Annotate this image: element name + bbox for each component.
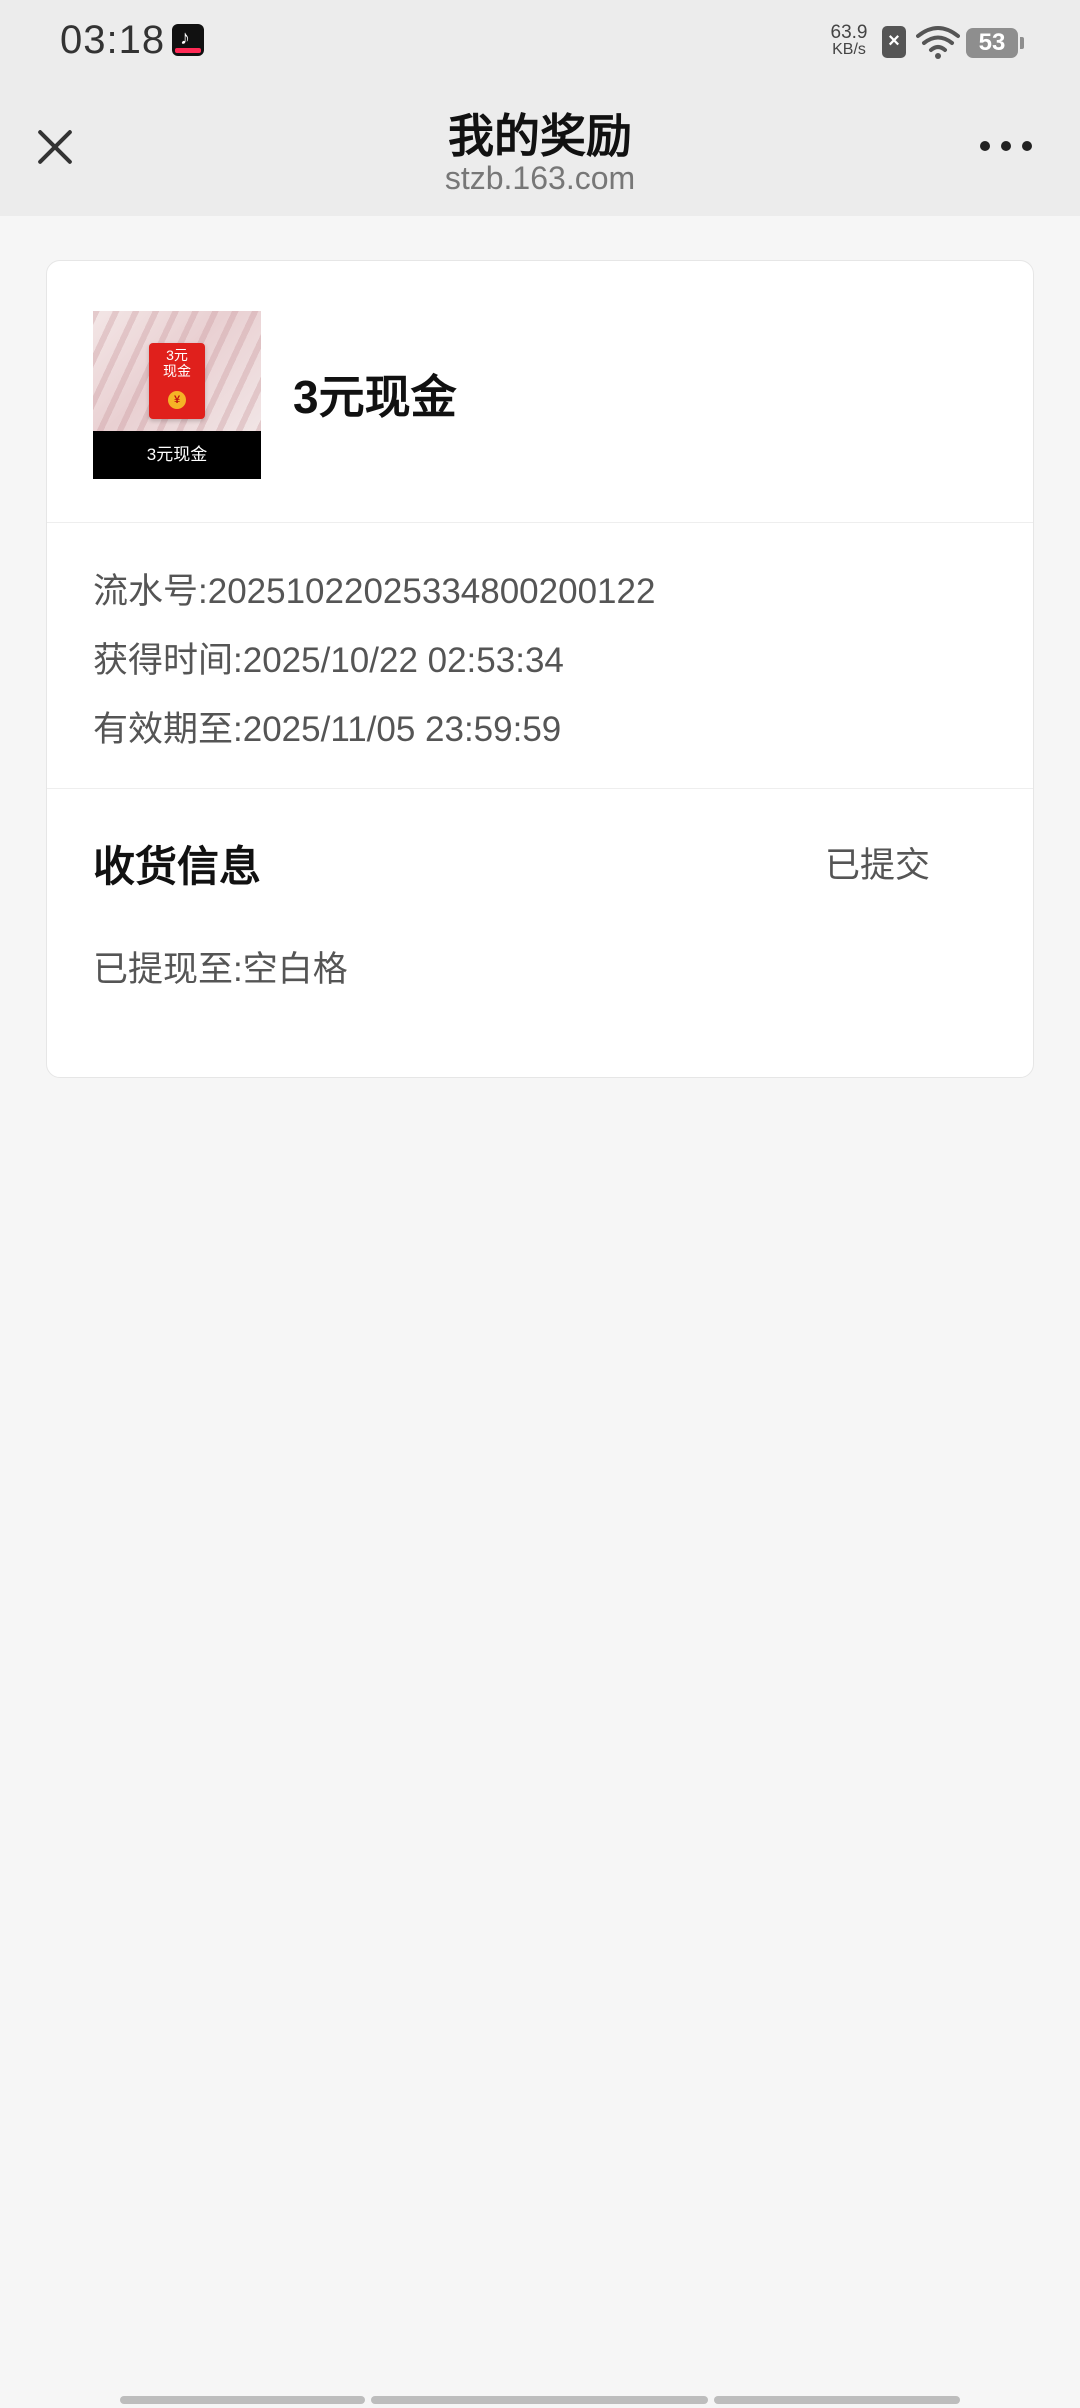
reward-title: 3元现金 <box>293 371 457 423</box>
network-speed-value: 63.9 <box>830 22 868 43</box>
yuan-coin-icon: ¥ <box>168 391 186 409</box>
obtained-value: 2025/10/22 02:53:34 <box>242 641 564 680</box>
gesture-bar-segment <box>714 2396 960 2404</box>
withdraw-label: 已提现至: <box>93 950 243 989</box>
obtained-time-row: 获得时间:2025/10/22 02:53:34 <box>93 632 564 683</box>
divider <box>47 788 1033 789</box>
divider <box>47 522 1033 523</box>
delivery-section-title: 收货信息 <box>93 843 262 890</box>
no-sim-icon: × <box>882 26 906 58</box>
serial-value: 20251022025334800200122 <box>207 572 656 611</box>
red-envelope-icon: 3元 现金 ¥ <box>149 343 205 419</box>
gesture-bar-segment <box>120 2396 365 2404</box>
reward-thumbnail: 3元 现金 ¥ 3元现金 <box>93 311 261 479</box>
withdraw-value: 空白格 <box>242 950 348 989</box>
obtained-label: 获得时间: <box>93 641 243 680</box>
reward-card: 3元 现金 ¥ 3元现金 3元现金 流水号:202510220253348002… <box>46 260 1034 1078</box>
more-options-icon[interactable] <box>976 126 1036 166</box>
status-time: 03:18 <box>60 18 166 62</box>
page-title: 我的奖励 <box>448 110 632 162</box>
serial-row: 流水号:20251022025334800200122 <box>93 563 655 614</box>
envelope-text: 3元 现金 <box>163 347 191 379</box>
expire-label: 有效期至: <box>93 710 243 749</box>
battery-indicator: 53 <box>966 28 1024 58</box>
status-badge: 已提交 <box>825 846 931 885</box>
tiktok-notification-icon: ♪ <box>172 24 204 56</box>
expire-row: 有效期至:2025/11/05 23:59:59 <box>93 701 561 752</box>
network-speed: 63.9 KB/s <box>826 22 872 58</box>
thumbnail-caption: 3元现金 <box>93 431 261 479</box>
gesture-bar-segment <box>371 2396 708 2404</box>
page-domain: stzb.163.com <box>444 160 636 196</box>
serial-label: 流水号: <box>93 572 208 611</box>
status-bar: 03:18 ♪ 63.9 KB/s × 53 <box>0 0 1080 84</box>
wifi-icon <box>916 26 960 59</box>
title-bar: 我的奖励 stzb.163.com <box>0 84 1080 216</box>
withdraw-row: 已提现至:空白格 <box>93 941 348 992</box>
network-speed-unit: KB/s <box>832 41 866 58</box>
expire-value: 2025/11/05 23:59:59 <box>242 710 562 749</box>
